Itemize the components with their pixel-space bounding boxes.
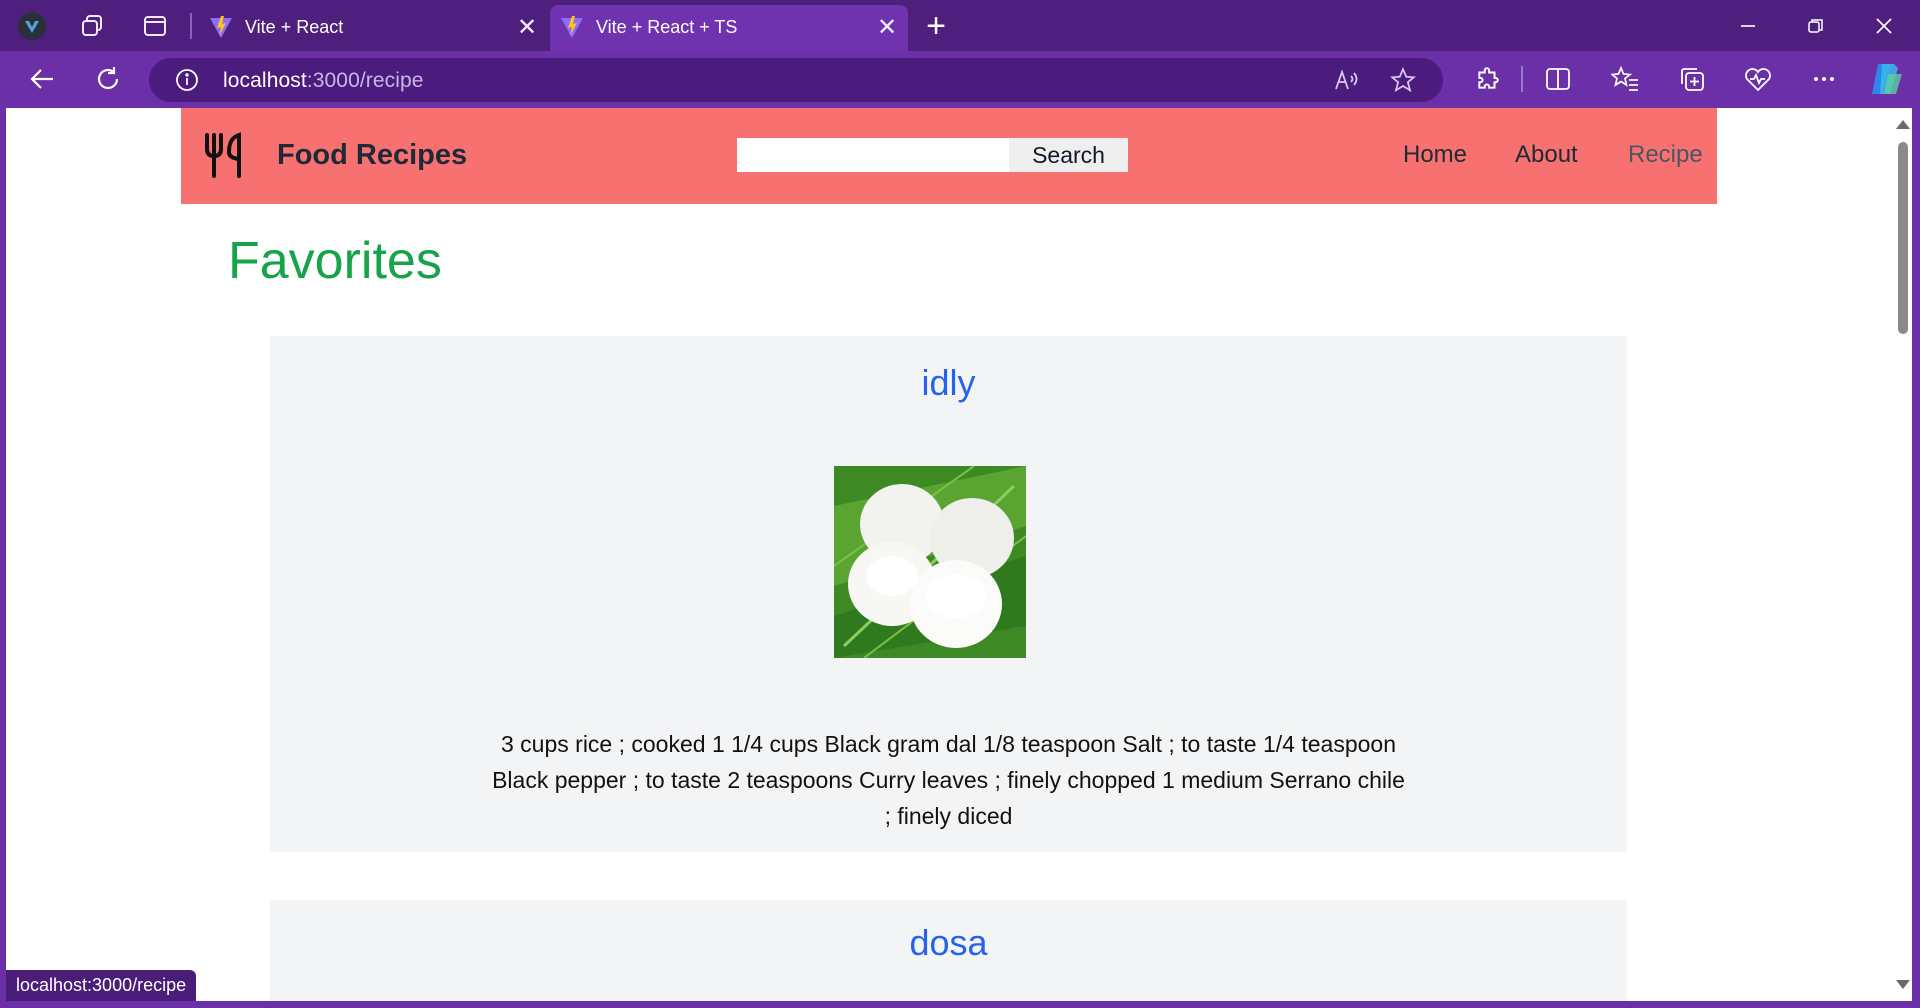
refresh-icon[interactable]	[88, 59, 128, 99]
web-page-viewport: Food Recipes Search Home About Recipe Fa…	[6, 108, 1912, 1001]
collections-icon[interactable]	[1672, 59, 1712, 99]
nav-home[interactable]: Home	[1403, 141, 1467, 169]
scroll-up-icon[interactable]	[1896, 120, 1910, 129]
back-arrow-icon[interactable]	[22, 59, 62, 99]
minimize-icon[interactable]	[1714, 0, 1782, 51]
tab-vite-react[interactable]: Vite + React ✕	[199, 5, 548, 51]
recipe-title[interactable]: dosa	[270, 922, 1627, 964]
recipe-image	[834, 466, 1026, 658]
url-path: :3000/recipe	[306, 69, 424, 92]
favorites-icon[interactable]	[1605, 59, 1645, 99]
extensions-icon[interactable]	[1468, 59, 1508, 99]
address-url: localhost:3000/recipe	[223, 69, 424, 93]
toolbar-separator	[1521, 66, 1523, 92]
vite-favicon-icon	[561, 16, 583, 38]
tab-vite-react-ts[interactable]: Vite + React + TS ✕	[550, 5, 908, 51]
new-tab-button[interactable]: +	[916, 7, 956, 45]
site-brand[interactable]: Food Recipes	[277, 139, 467, 172]
site-header: Food Recipes Search Home About Recipe	[181, 108, 1717, 204]
address-bar[interactable]: localhost:3000/recipe	[149, 58, 1443, 102]
copilot-icon[interactable]	[1866, 59, 1906, 99]
recipe-card: idly 3 cups rice ; cooked 1 1/4 cups Bla…	[270, 336, 1627, 852]
recipe-title[interactable]: idly	[270, 362, 1627, 404]
close-window-icon[interactable]	[1850, 0, 1918, 51]
url-host: localhost	[223, 69, 307, 92]
tab-separator	[190, 13, 192, 39]
workspaces-icon[interactable]	[74, 8, 110, 44]
profile-avatar-icon[interactable]	[14, 8, 50, 44]
page-scrollbar[interactable]	[1892, 108, 1912, 1001]
browser-toolbar: localhost:3000/recipe	[0, 51, 1920, 107]
recipe-ingredients: 3 cups rice ; cooked 1 1/4 cups Black gr…	[492, 731, 1405, 829]
browser-essentials-icon[interactable]	[1738, 59, 1778, 99]
tab-title: Vite + React + TS	[596, 17, 738, 37]
recipe-card: dosa	[270, 900, 1627, 1001]
browser-tab-strip: Vite + React ✕ Vite + React + TS ✕ +	[0, 0, 1920, 51]
tab-actions-icon[interactable]	[137, 8, 173, 44]
close-tab-icon[interactable]: ✕	[510, 10, 544, 44]
status-bar-url: localhost:3000/recipe	[6, 970, 197, 1001]
split-screen-icon[interactable]	[1538, 59, 1578, 99]
scrollbar-thumb[interactable]	[1898, 142, 1908, 334]
search-input[interactable]	[737, 138, 1009, 172]
nav-recipe[interactable]: Recipe	[1628, 141, 1703, 169]
more-options-icon[interactable]	[1804, 59, 1844, 99]
close-tab-icon[interactable]: ✕	[870, 10, 904, 44]
page-title: Favorites	[228, 232, 442, 290]
scroll-down-icon[interactable]	[1896, 980, 1910, 989]
search-button[interactable]: Search	[1009, 138, 1128, 172]
vite-favicon-icon	[210, 16, 232, 38]
read-aloud-icon[interactable]	[1329, 62, 1365, 98]
restore-icon[interactable]	[1782, 0, 1850, 51]
site-info-icon[interactable]	[169, 62, 205, 98]
utensils-logo-icon	[205, 132, 241, 178]
nav-about[interactable]: About	[1515, 141, 1578, 169]
tab-title: Vite + React	[245, 17, 344, 37]
favorite-star-icon[interactable]	[1385, 62, 1421, 98]
